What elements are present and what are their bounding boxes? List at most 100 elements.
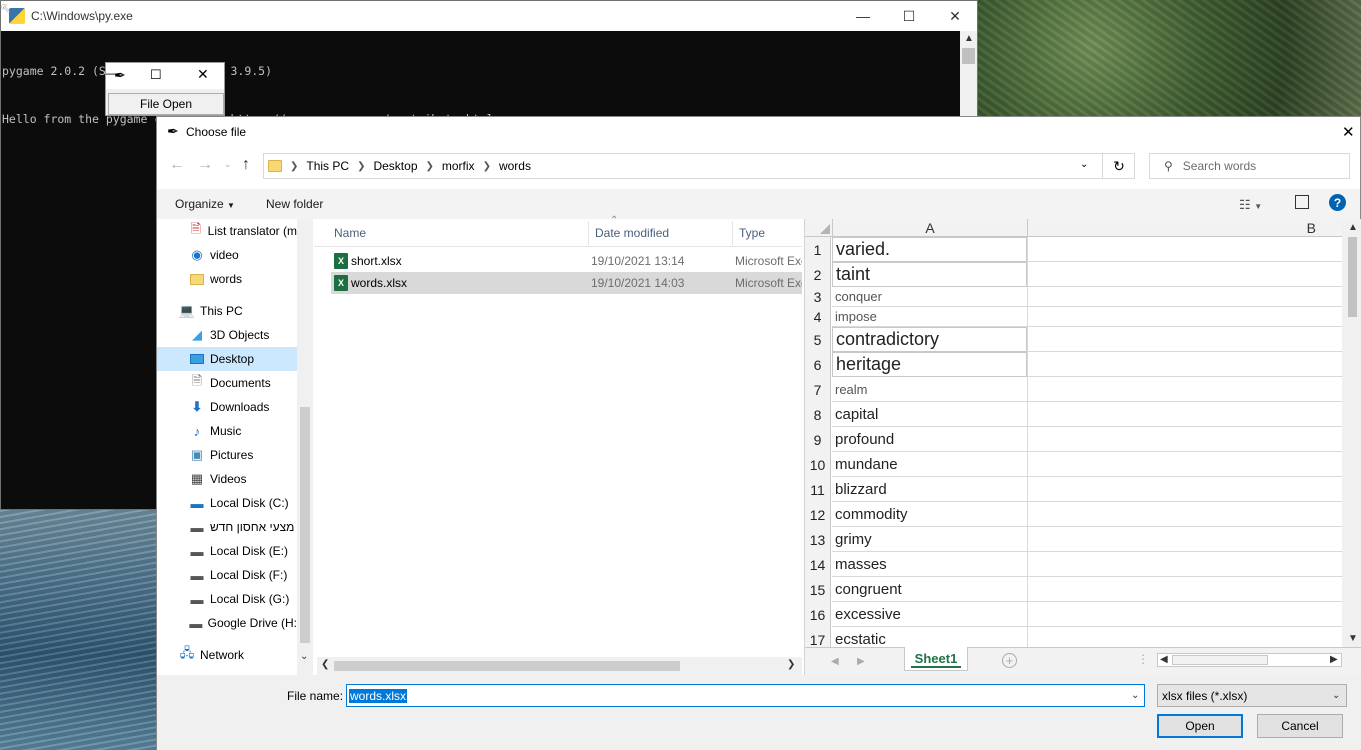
cell-a[interactable]: taint [832, 262, 1027, 287]
help-icon[interactable]: ? [1329, 194, 1346, 211]
up-arrow-icon[interactable]: ↑ [242, 156, 250, 174]
close-icon[interactable]: ✕ [197, 66, 209, 83]
nav-item-new-storage[interactable]: ▬ מצעי אחסון חדש [157, 515, 297, 539]
refresh-icon[interactable]: ↻ [1102, 154, 1135, 178]
scroll-right-icon[interactable]: ❯ [787, 659, 795, 670]
scrollbar-thumb[interactable] [334, 661, 680, 671]
nav-item-documents[interactable]: 🗎 Documents [157, 371, 297, 395]
file-row[interactable]: X short.xlsx 19/10/2021 13:14 Microsoft … [331, 250, 802, 272]
scrollbar-thumb[interactable] [962, 48, 975, 64]
tk-titlebar[interactable]: ✒ — ☐ ✕ [106, 63, 224, 89]
add-sheet-icon[interactable]: + [1002, 653, 1017, 668]
scroll-right-icon[interactable]: ▶ [1330, 654, 1338, 665]
breadcrumb[interactable]: This PC [306, 159, 349, 173]
nav-item-music[interactable]: ♪ Music [157, 419, 297, 443]
cell-b[interactable] [1027, 527, 1342, 552]
file-list-hscrollbar[interactable]: ❮ ❯ [317, 657, 802, 675]
cell-b[interactable] [1027, 307, 1342, 327]
scroll-up-icon[interactable]: ▲ [964, 33, 974, 44]
cell-b[interactable] [1027, 452, 1342, 477]
file-open-button[interactable]: File Open [108, 93, 224, 115]
new-folder-button[interactable]: New folder [266, 197, 323, 211]
cancel-button[interactable]: Cancel [1257, 714, 1343, 738]
close-icon[interactable]: ✕ [1342, 123, 1355, 141]
forward-arrow-icon[interactable]: → [197, 156, 213, 174]
chevron-down-icon[interactable]: ⌄ [1332, 690, 1340, 701]
cell-b[interactable] [1027, 427, 1342, 452]
more-options-icon[interactable]: ⋮ [1137, 652, 1149, 666]
cell-a[interactable]: conquer [832, 287, 1027, 307]
chevron-down-icon[interactable]: ⌄ [1080, 159, 1088, 170]
nav-item-pictures[interactable]: ▣ Pictures [157, 443, 297, 467]
nav-item-local-disk-e[interactable]: ▬ Local Disk (E:) [157, 539, 297, 563]
cell-a[interactable]: blizzard [832, 477, 1027, 502]
cell-b[interactable] [1027, 477, 1342, 502]
back-arrow-icon[interactable]: ← [169, 156, 185, 174]
nav-item-local-disk-f[interactable]: ▬ Local Disk (F:) [157, 563, 297, 587]
breadcrumb[interactable]: morfix [442, 159, 475, 173]
cell-b[interactable] [1027, 377, 1342, 402]
maximize-icon[interactable]: ☐ [150, 67, 162, 83]
nav-item-local-disk-c[interactable]: ▬ Local Disk (C:) [157, 491, 297, 515]
minimize-icon[interactable]: — [106, 66, 118, 80]
scrollbar-thumb[interactable] [1172, 655, 1268, 665]
cell-a[interactable]: realm [832, 377, 1027, 402]
search-input[interactable]: ⚲ Search words [1149, 153, 1350, 179]
cell-b[interactable] [1027, 627, 1342, 647]
nav-item-network[interactable]: 🖧 Network [157, 643, 297, 667]
column-divider[interactable] [732, 221, 733, 245]
nav-item-videos[interactable]: ▦ Videos [157, 467, 297, 491]
scroll-up-icon[interactable]: ▲ [1348, 222, 1358, 233]
cell-a[interactable]: mundane [832, 452, 1027, 477]
cell-b[interactable] [1027, 327, 1342, 352]
column-type[interactable]: Type [739, 226, 765, 240]
nav-item-desktop[interactable]: Desktop [157, 347, 297, 371]
cell-b[interactable] [1027, 262, 1342, 287]
breadcrumb[interactable]: words [499, 159, 531, 173]
open-button[interactable]: Open [1157, 714, 1243, 738]
column-date-modified[interactable]: Date modified [595, 226, 669, 240]
cell-a[interactable]: capital [832, 402, 1027, 427]
organize-button[interactable]: Organize ▼ [175, 197, 235, 211]
cell-b[interactable] [1027, 402, 1342, 427]
nav-item-downloads[interactable]: ⬇ Downloads [157, 395, 297, 419]
cell-b[interactable] [1027, 237, 1342, 262]
scrollbar-thumb[interactable] [300, 407, 310, 643]
nav-item-list-translator[interactable]: 🗎 List translator (m [157, 219, 297, 243]
cell-a[interactable]: profound [832, 427, 1027, 452]
scroll-left-icon[interactable]: ◀ [831, 656, 839, 667]
cell-b[interactable] [1027, 502, 1342, 527]
scrollbar-thumb[interactable] [1348, 237, 1357, 317]
breadcrumb[interactable]: Desktop [373, 159, 417, 173]
cell-b[interactable] [1027, 577, 1342, 602]
scroll-right-icon[interactable]: ▶ [857, 656, 865, 667]
preview-scrollbar[interactable]: ▲ ▼ [1342, 219, 1361, 647]
cell-a[interactable]: ecstatic [832, 627, 1027, 648]
close-icon[interactable]: ✕ [932, 1, 978, 31]
cell-b[interactable] [1027, 552, 1342, 577]
sheet-tab[interactable]: Sheet1 [904, 647, 968, 671]
cell-a[interactable]: excessive [832, 602, 1027, 627]
nav-item-google-drive[interactable]: ▬ Google Drive (H: [157, 611, 297, 635]
scroll-down-icon[interactable]: ⌄ [300, 651, 308, 662]
chevron-down-icon[interactable]: ⌄ [1131, 690, 1139, 701]
nav-item-this-pc[interactable]: 💻 This PC [157, 299, 297, 323]
console-titlebar[interactable]: C:\Windows\py.exe — ☐ ✕ [1, 1, 977, 31]
view-options-icon[interactable]: ☷ ▼ [1239, 197, 1262, 213]
cell-a[interactable]: impose [832, 307, 1027, 327]
column-divider[interactable] [588, 221, 589, 245]
cell-a[interactable]: grimy [832, 527, 1027, 552]
cell-b[interactable] [1027, 602, 1342, 627]
maximize-icon[interactable]: ☐ [886, 1, 932, 31]
address-bar[interactable]: ❯ This PC ❯ Desktop ❯ morfix ❯ words ⌄ ↻ [263, 153, 1135, 179]
preview-pane-icon[interactable] [1295, 195, 1309, 209]
cell-a[interactable]: varied. [832, 237, 1027, 262]
nav-item-3d-objects[interactable]: ◢ 3D Objects [157, 323, 297, 347]
cell-a[interactable]: commodity [832, 502, 1027, 527]
nav-item-local-disk-g[interactable]: ▬ Local Disk (G:) [157, 587, 297, 611]
minimize-icon[interactable]: — [840, 1, 886, 31]
cell-a[interactable]: masses [832, 552, 1027, 577]
cell-b[interactable] [1027, 352, 1342, 377]
scroll-down-icon[interactable]: ▼ [1348, 633, 1358, 644]
cell-a[interactable]: heritage [832, 352, 1027, 377]
